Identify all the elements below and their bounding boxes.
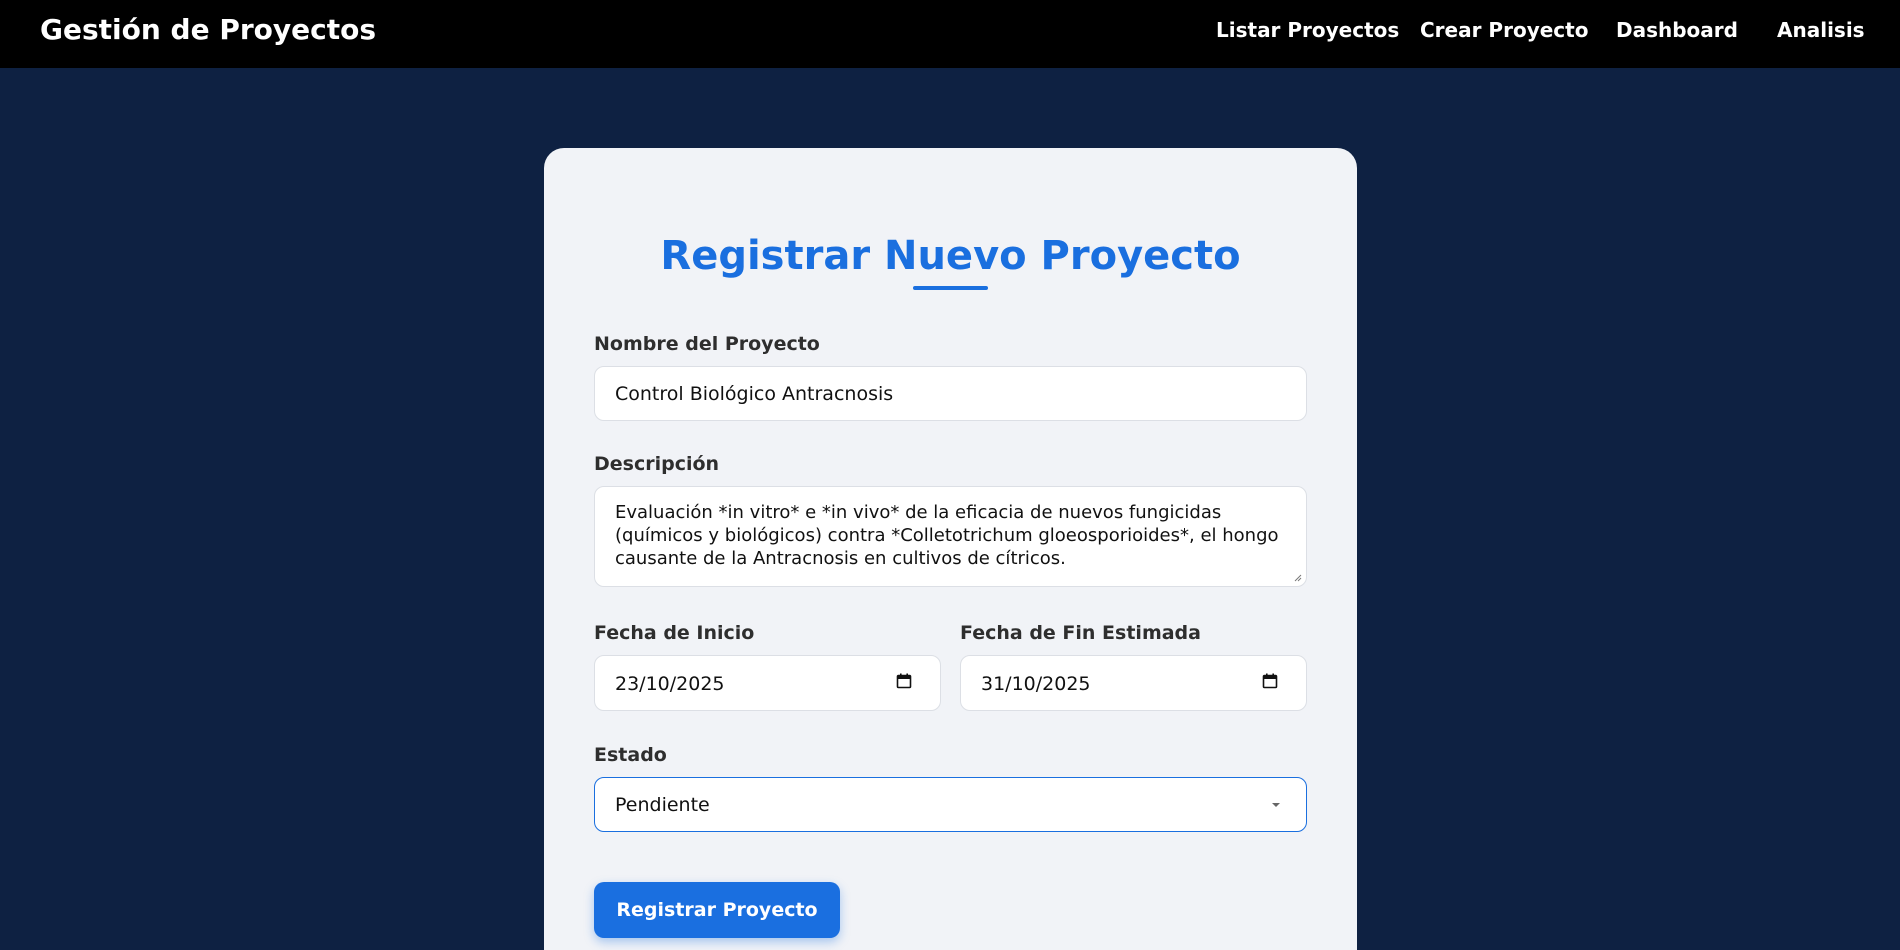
status-select[interactable]: Pendiente xyxy=(594,777,1307,832)
status-selected-value: Pendiente xyxy=(615,794,710,816)
status-label: Estado xyxy=(594,744,667,766)
start-date-label: Fecha de Inicio xyxy=(594,622,755,644)
calendar-icon[interactable] xyxy=(1262,673,1278,689)
nav-link-analisis[interactable]: Analisis xyxy=(1777,18,1865,42)
nav-link-listar-proyectos[interactable]: Listar Proyectos xyxy=(1216,18,1399,42)
chevron-down-icon[interactable] xyxy=(1272,803,1280,807)
description-line: causante de la Antracnosis en cultivos d… xyxy=(615,548,1066,569)
description-text: Evaluación *in vitro* e *in vivo* de la … xyxy=(615,501,1305,570)
nav-link-crear-proyecto[interactable]: Crear Proyecto xyxy=(1420,18,1588,42)
description-textarea[interactable]: Evaluación *in vitro* e *in vivo* de la … xyxy=(594,486,1307,587)
project-name-input[interactable]: Control Biológico Antracnosis xyxy=(594,366,1307,421)
top-navbar: Gestión de Proyectos Listar Proyectos Cr… xyxy=(0,0,1900,68)
start-date-value: 23/10/2025 xyxy=(615,673,725,695)
register-project-button[interactable]: Registrar Proyecto xyxy=(594,882,840,938)
start-date-input[interactable]: 23/10/2025 xyxy=(594,655,941,711)
description-label: Descripción xyxy=(594,453,720,475)
nav-link-dashboard[interactable]: Dashboard xyxy=(1616,18,1738,42)
calendar-icon[interactable] xyxy=(896,673,912,689)
app-brand[interactable]: Gestión de Proyectos xyxy=(40,12,376,48)
description-line: Evaluación *in vitro* e *in vivo* de la … xyxy=(615,502,1222,523)
resize-grip-icon[interactable] xyxy=(1294,574,1302,582)
end-date-input[interactable]: 31/10/2025 xyxy=(960,655,1307,711)
end-date-value: 31/10/2025 xyxy=(981,673,1091,695)
project-name-label: Nombre del Proyecto xyxy=(594,333,820,355)
description-line: (químicos y biológicos) contra *Colletot… xyxy=(615,525,1279,546)
title-underline xyxy=(913,286,988,290)
project-name-value: Control Biológico Antracnosis xyxy=(615,383,894,405)
end-date-label: Fecha de Fin Estimada xyxy=(960,622,1201,644)
form-title: Registrar Nuevo Proyecto xyxy=(660,233,1241,279)
